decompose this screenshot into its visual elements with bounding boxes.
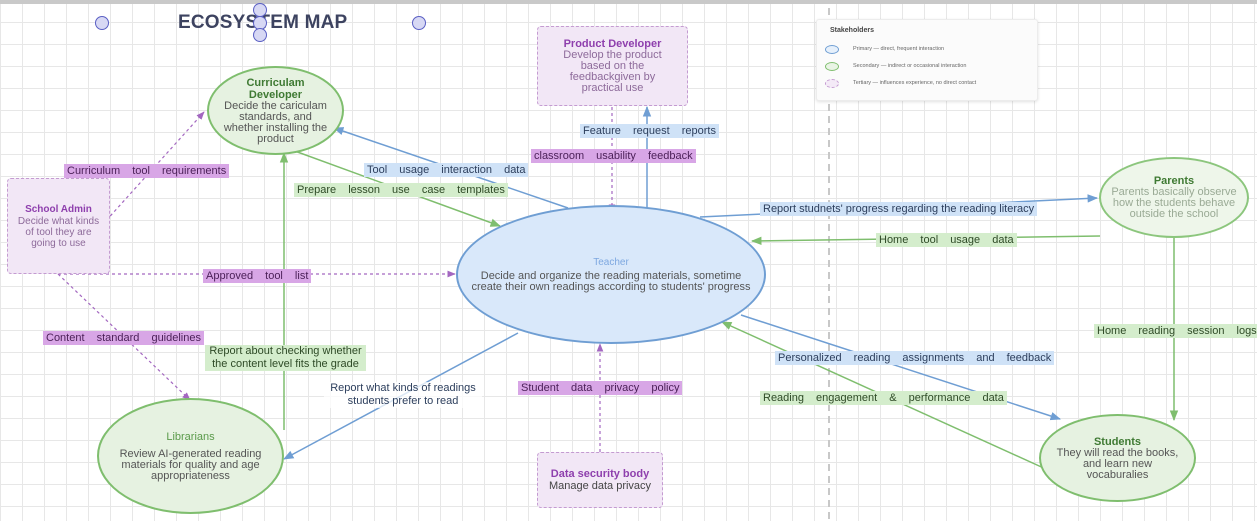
legend-primary-text: Primary — direct, frequent interaction	[853, 46, 945, 52]
node-data-security-body[interactable]: Data security body Manage data privacy	[537, 452, 663, 508]
label-tool-usage: Tool usage interaction data	[364, 163, 529, 177]
label-curriculum-reqs: Curriculum tool requirements	[64, 164, 230, 178]
legend-row-tertiary: Tertiary — influences experience, no dir…	[825, 76, 976, 90]
librarians-title: Librarians	[166, 430, 215, 443]
students-title: Students	[1093, 435, 1142, 448]
product-desc: Develop the product based on the feedbac…	[563, 49, 662, 94]
secondary-swatch	[825, 61, 839, 71]
selection-handle-top[interactable]	[253, 3, 267, 17]
legend-secondary-text: Secondary — indirect or occasional inter…	[853, 63, 967, 69]
label-content-level: Report about checking whether the conten…	[205, 345, 366, 371]
admin-title: School Admin	[25, 203, 92, 215]
label-feature-request: Feature request reports	[580, 124, 719, 138]
selection-handle-left[interactable]	[95, 16, 109, 30]
legend-row-secondary: Secondary — indirect or occasional inter…	[825, 59, 966, 73]
legend-row-primary: Primary — direct, frequent interaction	[825, 42, 944, 56]
students-desc: They will read the books, and learn new …	[1056, 446, 1179, 481]
legend-tertiary-text: Tertiary — influences experience, no dir…	[853, 80, 977, 86]
datasec-title: Data security body	[550, 468, 650, 480]
label-home-logs: Home reading session logs	[1094, 324, 1257, 338]
node-students[interactable]: Students They will read the books, and l…	[1039, 414, 1196, 502]
node-librarians[interactable]: Librarians Review AI-generated reading m…	[97, 398, 284, 514]
parents-desc: Parents basically observe how the studen…	[1111, 186, 1237, 220]
label-privacy-policy: Student data privacy policy	[518, 381, 683, 395]
node-school-admin[interactable]: School Admin Decide what kinds of tool t…	[7, 178, 110, 274]
label-personalized: Personalized reading assignments and fee…	[775, 351, 1055, 365]
curriculum-desc: Decide the cariculam standards, and whet…	[223, 99, 328, 145]
teacher-title: Teacher	[593, 256, 629, 268]
label-content-standards: Content standard guidelines	[43, 331, 204, 345]
datasec-desc: Manage data privacy	[548, 480, 652, 492]
stakeholders-legend: Stakeholders Primary — direct, frequent …	[816, 19, 1038, 101]
node-curriculum-developer[interactable]: Curriculam Developer Decide the caricula…	[207, 66, 344, 155]
label-reading-prefs: Report what kinds of readings students p…	[324, 382, 482, 408]
label-home-tool-usage: Home tool usage data	[876, 233, 1017, 247]
curriculum-title: Curriculam Developer	[246, 76, 305, 101]
label-report-progress: Report studnets' progress regarding the …	[760, 202, 1038, 216]
label-classroom-feedback: classroom usability feedback	[531, 149, 696, 163]
teacher-desc: Decide and organize the reading material…	[471, 269, 751, 293]
node-teacher[interactable]: Teacher Decide and organize the reading …	[456, 205, 766, 344]
node-product-developer[interactable]: Product Developer Develop the product ba…	[537, 26, 688, 106]
label-lesson-templates: Prepare lesson use case templates	[294, 183, 508, 197]
selection-handle-bottom[interactable]	[253, 28, 267, 42]
tertiary-swatch	[825, 78, 839, 88]
admin-desc: Decide what kinds of tool they are going…	[17, 215, 100, 249]
librarians-desc: Review AI-generated reading materials fo…	[119, 447, 262, 482]
primary-swatch	[825, 44, 839, 54]
label-approved-tools: Approved tool list	[203, 269, 312, 283]
selection-handle-right[interactable]	[412, 16, 426, 30]
label-engagement: Reading engagement & performance data	[760, 391, 1007, 405]
legend-title: Stakeholders	[830, 27, 874, 34]
node-parents[interactable]: Parents Parents basically observe how th…	[1099, 157, 1249, 238]
